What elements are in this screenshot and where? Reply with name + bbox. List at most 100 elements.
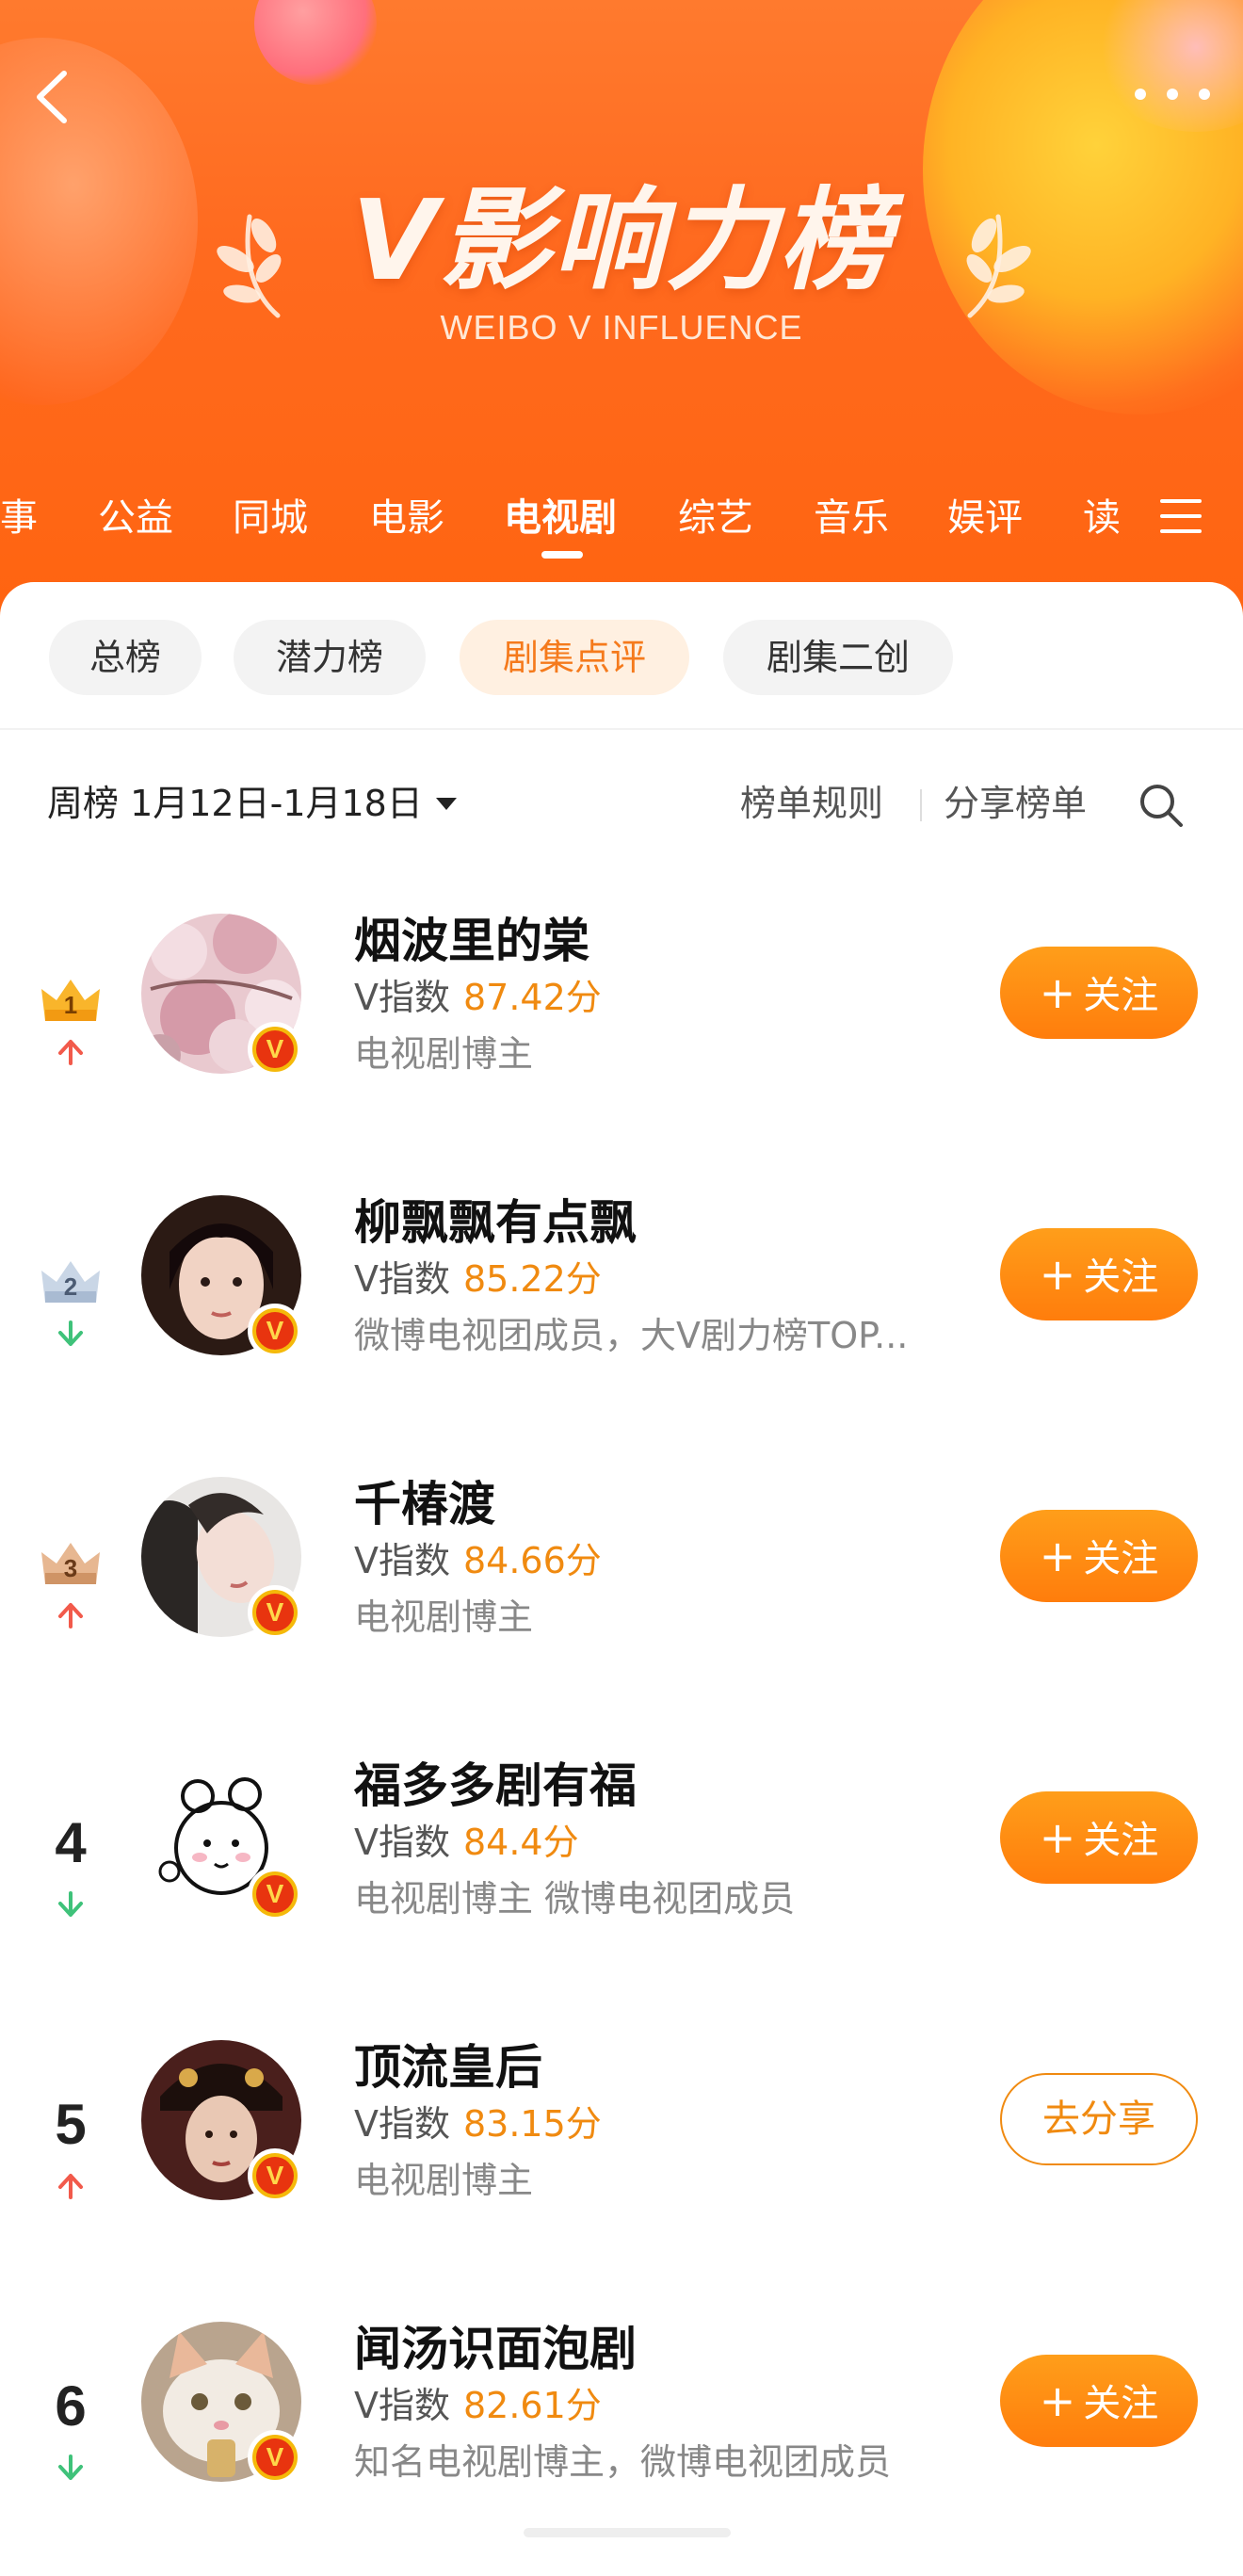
divider bbox=[920, 789, 922, 821]
user-name[interactable]: 柳飘飘有点飘 bbox=[354, 1191, 637, 1254]
plus-icon: + bbox=[1039, 1531, 1076, 1581]
list-item[interactable]: 3 V 千椿渡 V指数 84.66分 电视剧博主 + 关注 bbox=[0, 1477, 1243, 1722]
follow-label: 关注 bbox=[1083, 1819, 1159, 1862]
svg-text:3: 3 bbox=[64, 1554, 77, 1582]
active-tab-indicator bbox=[541, 551, 583, 559]
subtab-drama-review[interactable]: 剧集点评 bbox=[460, 620, 689, 695]
share-button[interactable]: 去分享 bbox=[1000, 2073, 1198, 2165]
plus-icon: + bbox=[1039, 2375, 1076, 2426]
gold-crown-icon: 1 bbox=[41, 980, 100, 1021]
rank-number: 4 bbox=[55, 1811, 87, 1874]
share-list-link[interactable]: 分享榜单 bbox=[944, 770, 1087, 836]
period-label: 周榜 1月12日-1月18日 bbox=[47, 783, 423, 824]
rank-indicator: 3 bbox=[33, 1524, 108, 1637]
search-icon[interactable] bbox=[1138, 782, 1185, 829]
category-tab[interactable]: 读 bbox=[1083, 480, 1121, 556]
user-name[interactable]: 顶流皇后 bbox=[354, 2036, 542, 2098]
category-tab[interactable]: 综艺 bbox=[678, 480, 753, 556]
svg-text:1: 1 bbox=[64, 991, 77, 1019]
score-line: V指数 83.15分 bbox=[354, 2098, 602, 2149]
score-value: 83.15分 bbox=[463, 2103, 602, 2145]
arrow-down-icon bbox=[58, 1320, 83, 1346]
follow-button[interactable]: + 关注 bbox=[1000, 947, 1198, 1039]
user-name[interactable]: 烟波里的棠 bbox=[354, 910, 589, 972]
category-tab[interactable]: 音乐 bbox=[814, 480, 889, 556]
user-name[interactable]: 福多多剧有福 bbox=[354, 1755, 637, 1817]
user-name[interactable]: 闻汤识面泡剧 bbox=[354, 2318, 637, 2380]
subtab-potential[interactable]: 潜力榜 bbox=[234, 620, 426, 695]
score-value: 87.42分 bbox=[463, 977, 602, 1018]
category-tab[interactable]: 电影 bbox=[369, 480, 444, 556]
subtab-overall[interactable]: 总榜 bbox=[49, 620, 202, 695]
verified-badge-icon: V bbox=[248, 1022, 302, 1077]
score-label: V指数 bbox=[354, 1540, 450, 1581]
list-item[interactable]: 1 V 烟波里的棠 V指数 87.42分 电视剧博主 + 关注 bbox=[0, 914, 1243, 1158]
category-tab-active[interactable]: 电视剧 bbox=[504, 480, 617, 556]
verified-badge-icon: V bbox=[248, 2148, 302, 2203]
user-name[interactable]: 千椿渡 bbox=[354, 1473, 495, 1535]
rank-indicator: 1 bbox=[33, 961, 108, 1074]
score-line: V指数 85.22分 bbox=[354, 1254, 602, 1304]
verified-badge-icon: V bbox=[248, 1867, 302, 1921]
period-selector[interactable]: 周榜 1月12日-1月18日 bbox=[47, 770, 457, 836]
score-line: V指数 82.61分 bbox=[354, 2380, 602, 2431]
user-description: 电视剧博主 微博电视团成员 bbox=[354, 1878, 796, 1920]
more-button[interactable] bbox=[1135, 83, 1210, 105]
score-value: 85.22分 bbox=[463, 1258, 602, 1300]
arrow-up-icon bbox=[58, 1040, 83, 1065]
score-label: V指数 bbox=[354, 2385, 450, 2426]
follow-label: 关注 bbox=[1083, 1537, 1159, 1580]
banner-title: V影响力榜 bbox=[351, 175, 892, 305]
rank-indicator: 2 bbox=[33, 1242, 108, 1355]
verified-badge-icon: V bbox=[248, 1304, 302, 1358]
list-item[interactable]: 2 V 柳飘飘有点飘 V指数 85.22分 微博电视团成员，大V剧力榜TOP...… bbox=[0, 1195, 1243, 1440]
score-value: 84.4分 bbox=[463, 1822, 579, 1863]
decor-blob bbox=[1092, 0, 1243, 132]
follow-button[interactable]: + 关注 bbox=[1000, 2355, 1198, 2447]
arrow-down-icon bbox=[58, 2454, 83, 2480]
back-button[interactable] bbox=[26, 64, 79, 130]
banner-title-block: V影响力榜 WEIBO V INFLUENCE bbox=[0, 174, 1243, 348]
category-tabs: 事 公益 同城 电影 电视剧 综艺 音乐 娱评 读 bbox=[0, 480, 1243, 556]
rank-indicator: 5 bbox=[33, 2087, 108, 2200]
verified-badge-icon: V bbox=[248, 1585, 302, 1640]
decor-blob bbox=[254, 0, 377, 85]
follow-button[interactable]: + 关注 bbox=[1000, 1510, 1198, 1602]
rules-link[interactable]: 榜单规则 bbox=[740, 770, 883, 836]
caret-down-icon bbox=[435, 797, 457, 810]
category-tab[interactable]: 公益 bbox=[98, 480, 173, 556]
score-line: V指数 84.66分 bbox=[354, 1535, 602, 1586]
user-description: 微博电视团成员，大V剧力榜TOP... bbox=[354, 1315, 909, 1356]
arrow-up-icon bbox=[58, 1603, 83, 1628]
arrow-down-icon bbox=[58, 1891, 83, 1917]
divider bbox=[0, 728, 1243, 730]
category-tab[interactable]: 娱评 bbox=[947, 480, 1023, 556]
subtab-drama-remix[interactable]: 剧集二创 bbox=[723, 620, 953, 695]
more-dot bbox=[1199, 89, 1210, 100]
list-item[interactable]: 5 V 顶流皇后 V指数 83.15分 电视剧博主 去分享 bbox=[0, 2040, 1243, 2285]
verified-badge-icon: V bbox=[248, 2430, 302, 2485]
follow-label: 关注 bbox=[1083, 2382, 1159, 2425]
follow-label: 关注 bbox=[1083, 1256, 1159, 1299]
rank-indicator: 6 bbox=[33, 2369, 108, 2482]
score-line: V指数 87.42分 bbox=[354, 972, 602, 1023]
rank-number: 5 bbox=[55, 2093, 87, 2156]
silver-crown-icon: 2 bbox=[41, 1261, 100, 1303]
follow-label: 关注 bbox=[1083, 974, 1159, 1017]
score-label: V指数 bbox=[354, 2103, 450, 2145]
score-label: V指数 bbox=[354, 1258, 450, 1300]
plus-icon: + bbox=[1039, 1249, 1076, 1300]
header-banner: V影响力榜 WEIBO V INFLUENCE 事 公益 同城 电影 电视剧 综… bbox=[0, 0, 1243, 622]
arrow-up-icon bbox=[58, 2174, 83, 2199]
follow-button[interactable]: + 关注 bbox=[1000, 1791, 1198, 1884]
menu-icon[interactable] bbox=[1160, 499, 1202, 533]
plus-icon: + bbox=[1039, 967, 1076, 1018]
category-tab[interactable]: 同城 bbox=[233, 480, 308, 556]
banner-subtitle: WEIBO V INFLUENCE bbox=[440, 308, 803, 347]
rank-indicator: 4 bbox=[33, 1806, 108, 1919]
user-description: 知名电视剧博主，微博电视团成员 bbox=[354, 2441, 892, 2483]
category-tab[interactable]: 事 bbox=[0, 480, 38, 556]
follow-button[interactable]: + 关注 bbox=[1000, 1228, 1198, 1320]
list-item[interactable]: 4 V 福多多剧有福 V指数 84.4分 电视剧博主 微博电视团成员 + 关注 bbox=[0, 1758, 1243, 2003]
bronze-crown-icon: 3 bbox=[41, 1543, 100, 1584]
